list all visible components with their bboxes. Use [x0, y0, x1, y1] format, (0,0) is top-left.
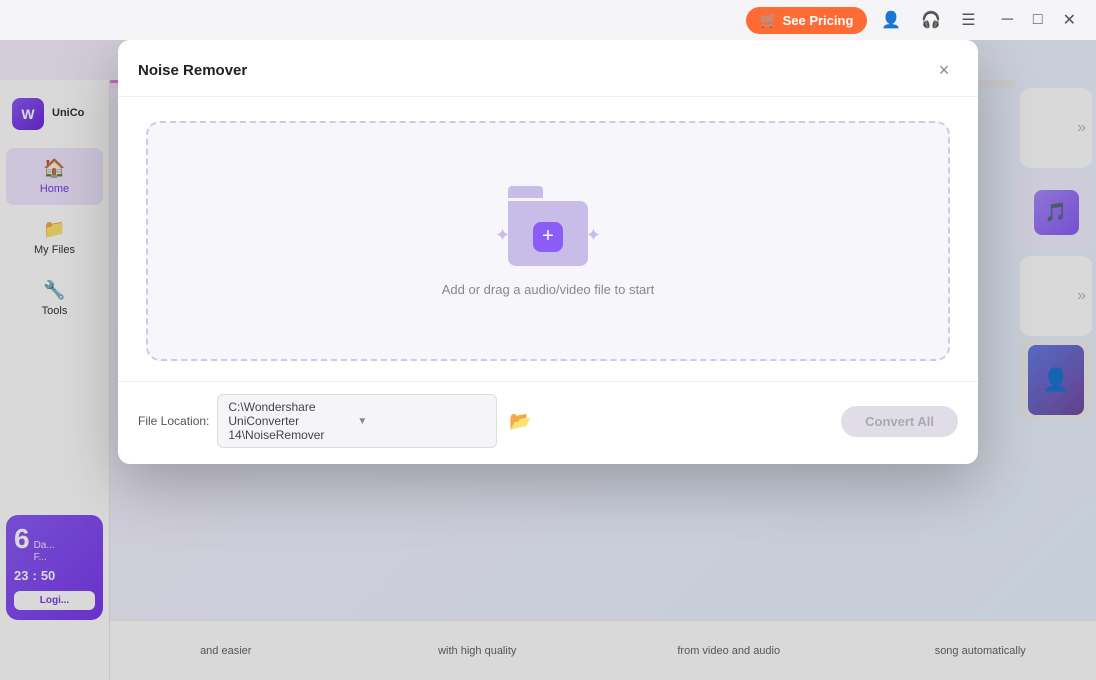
- close-button[interactable]: ✕: [1055, 6, 1084, 34]
- maximize-button[interactable]: □: [1025, 7, 1051, 33]
- window-controls: ─ □ ✕: [994, 6, 1084, 34]
- sparkle-right-icon: ✦: [586, 225, 601, 246]
- file-path-input[interactable]: C:\Wondershare UniConverter 14\NoiseRemo…: [217, 394, 497, 448]
- modal-footer: File Location: C:\Wondershare UniConvert…: [118, 381, 978, 464]
- modal-title: Noise Remover: [138, 62, 247, 79]
- sparkle-left-icon: ✦: [495, 225, 510, 246]
- modal-close-button[interactable]: ×: [930, 56, 958, 84]
- headset-icon-button[interactable]: 🎧: [915, 6, 947, 34]
- account-icon-button[interactable]: 👤: [875, 6, 907, 34]
- folder-plus-icon: +: [533, 222, 563, 252]
- modal-overlay: Noise Remover × + ✦ ✦ Add or drag a audi…: [0, 0, 1096, 680]
- path-dropdown-icon: ▼: [357, 416, 486, 427]
- folder-browse-icon: 📂: [509, 411, 531, 431]
- minimize-button[interactable]: ─: [994, 7, 1021, 33]
- menu-icon-button[interactable]: ☰: [955, 6, 981, 34]
- browse-folder-button[interactable]: 📂: [505, 407, 535, 436]
- see-pricing-label: See Pricing: [783, 13, 854, 28]
- modal-header: Noise Remover ×: [118, 40, 978, 97]
- file-location-row: File Location: C:\Wondershare UniConvert…: [138, 394, 841, 448]
- folder-tab: [508, 186, 543, 198]
- see-pricing-button[interactable]: 🛒 See Pricing: [746, 7, 867, 34]
- file-location-label: File Location:: [138, 414, 209, 428]
- convert-all-button[interactable]: Convert All: [841, 406, 958, 437]
- cart-icon: 🛒: [760, 12, 777, 29]
- title-bar: 🛒 See Pricing 👤 🎧 ☰ ─ □ ✕: [0, 0, 1096, 40]
- noise-remover-modal: Noise Remover × + ✦ ✦ Add or drag a audi…: [118, 40, 978, 464]
- folder-icon-container: + ✦ ✦: [503, 186, 593, 266]
- drop-zone-text: Add or drag a audio/video file to start: [442, 282, 654, 297]
- file-path-value: C:\Wondershare UniConverter 14\NoiseRemo…: [228, 400, 357, 442]
- drop-zone[interactable]: + ✦ ✦ Add or drag a audio/video file to …: [146, 121, 950, 361]
- title-bar-actions: 🛒 See Pricing 👤 🎧 ☰ ─ □ ✕: [746, 6, 1084, 34]
